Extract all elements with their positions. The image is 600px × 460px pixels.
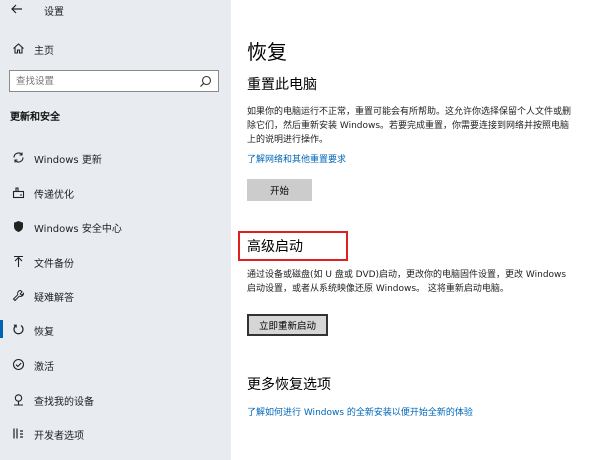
sidebar-item-label: 开发者选项 — [34, 431, 84, 442]
home-icon — [10, 40, 26, 56]
sidebar-item-activation[interactable]: 激活 — [0, 351, 231, 377]
back-button[interactable] — [10, 2, 26, 18]
sidebar-item-troubleshoot[interactable]: 疑难解答 — [0, 282, 231, 308]
sidebar-item-developer-options[interactable]: 开发者选项 — [0, 420, 231, 446]
sidebar-item-label: 传递优化 — [34, 190, 74, 201]
sidebar-item-recovery[interactable]: 恢复 — [0, 316, 231, 342]
section-title: 更新和安全 — [10, 112, 60, 123]
wrench-icon — [10, 287, 26, 303]
sidebar-item-windows-security[interactable]: Windows 安全中心 — [0, 213, 231, 239]
reset-heading: 重置此电脑 — [247, 77, 317, 93]
reset-requirements-link[interactable]: 了解网络和其他重置要求 — [247, 152, 346, 165]
nav-home[interactable]: 主页 — [0, 36, 231, 60]
sidebar-item-label: 文件备份 — [34, 259, 74, 270]
app-title: 设置 — [44, 7, 64, 18]
sidebar-item-windows-update[interactable]: Windows 更新 — [0, 144, 231, 170]
recovery-icon — [10, 321, 26, 337]
search-input[interactable] — [16, 74, 186, 88]
highlight-annotation-box — [238, 231, 348, 261]
reset-description: 如果你的电脑运行不正常，重置可能会有所帮助。这允许你选择保留个人文件或删除它们，… — [247, 107, 572, 145]
clean-install-link[interactable]: 了解如何进行 Windows 的全新安装以便开始全新的体验 — [247, 405, 473, 418]
search-box[interactable] — [9, 70, 219, 92]
more-recovery-heading: 更多恢复选项 — [247, 377, 331, 393]
sidebar-item-label: 疑难解答 — [34, 293, 74, 304]
back-arrow-icon — [11, 4, 22, 14]
find-device-icon — [10, 391, 26, 407]
sidebar-item-label: Windows 更新 — [34, 155, 102, 166]
sidebar-item-label: 查找我的设备 — [34, 397, 94, 408]
sidebar-item-delivery-optimization[interactable]: 传递优化 — [0, 179, 231, 205]
advanced-startup-description: 通过设备或磁盘(如 U 盘或 DVD)启动，更改你的电脑固件设置，更改 Wind… — [247, 270, 567, 294]
main-content: 恢复 重置此电脑 如果你的电脑运行不正常，重置可能会有所帮助。这允许你选择保留个… — [231, 0, 600, 460]
sync-icon — [10, 149, 26, 165]
search-icon[interactable] — [199, 75, 212, 88]
backup-icon — [10, 253, 26, 269]
title-bar: 设置 — [0, 0, 231, 20]
sidebar-item-file-backup[interactable]: 文件备份 — [0, 248, 231, 274]
delivery-optimization-icon — [10, 184, 26, 200]
activation-icon — [10, 356, 26, 372]
sidebar: 设置 主页 更新和安全 Windows 更新 传递优化 Windows 安全中心 — [0, 0, 231, 460]
reset-start-button[interactable]: 开始 — [247, 179, 312, 201]
sidebar-item-label: Windows 安全中心 — [34, 224, 122, 235]
sidebar-item-label: 激活 — [34, 362, 54, 373]
page-title: 恢复 — [247, 40, 287, 64]
shield-icon — [10, 218, 26, 234]
restart-now-button[interactable]: 立即重新启动 — [247, 314, 328, 336]
sidebar-item-find-my-device[interactable]: 查找我的设备 — [0, 386, 231, 412]
developer-icon — [10, 425, 26, 441]
nav-home-label: 主页 — [34, 46, 54, 57]
sidebar-item-label: 恢复 — [34, 327, 54, 338]
